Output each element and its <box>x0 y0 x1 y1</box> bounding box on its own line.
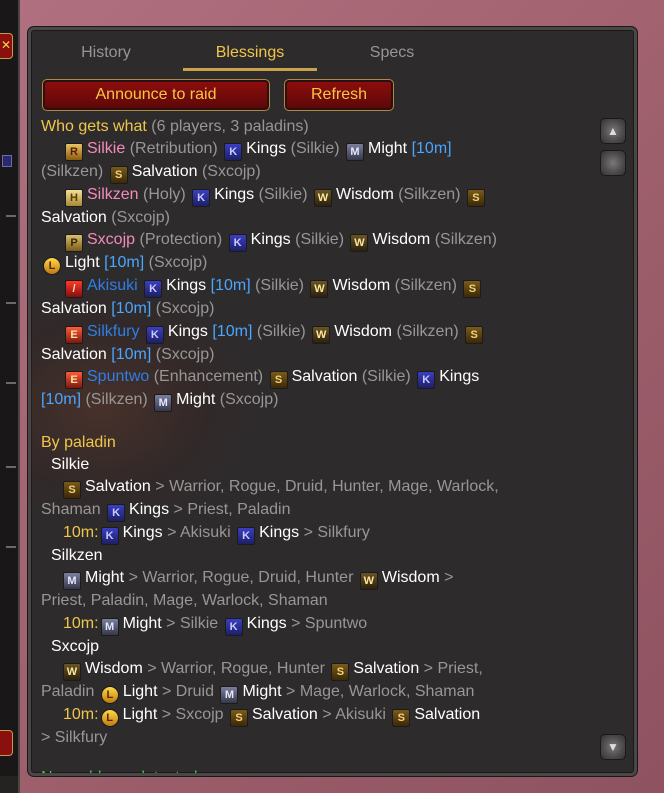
enhancement-icon: E <box>65 370 83 389</box>
kings-icon: K <box>100 527 119 546</box>
announce-to-raid-button[interactable]: Announce to raid <box>42 79 270 111</box>
kings-icon: K <box>107 504 126 523</box>
list-item: 10m: L Light > Sxcojp S Salvation > Akisuki… <box>41 704 586 727</box>
list-item: S Salvation > Warrior, Rogue, Druid, Hunt… <box>41 476 586 500</box>
rogue-icon: / <box>65 280 83 299</box>
list-item: L Light [10m] (Sxcojp) <box>41 252 586 276</box>
salvation-icon: S <box>392 708 411 727</box>
list-item: W Wisdom > Warrior, Rogue, Hunter S Salvat… <box>41 658 586 681</box>
list-item: Salvation [10m] (Sxcojp) <box>41 345 215 363</box>
by-paladin-heading: By paladin <box>41 433 116 451</box>
blessing-report: Who gets what (6 players, 3 paladins) RS… <box>41 116 586 773</box>
might-icon: M <box>154 393 173 412</box>
list-item: Shaman K Kings > Priest, Paladin <box>41 499 586 523</box>
salvation-icon: S <box>269 370 288 389</box>
holy-icon: H <box>65 189 83 208</box>
salvation-icon: S <box>466 189 485 208</box>
light-icon: L <box>100 708 119 727</box>
wisdom-icon: W <box>350 234 369 253</box>
wisdom-icon: W <box>63 662 81 681</box>
status-text: No problems detected. <box>41 767 586 773</box>
divider <box>6 546 16 548</box>
kings-icon: K <box>237 527 256 546</box>
paladin-name: Sxcojp <box>51 637 100 655</box>
kings-icon <box>2 155 12 167</box>
kings-icon: K <box>417 370 436 389</box>
paladin-name: Silkzen <box>51 547 103 565</box>
list-item: M Might > Warrior, Rogue, Druid, Hunter W… <box>41 567 586 591</box>
list-item: P Sxcojp (Protection) K Kings (Silkie) W Wi… <box>41 229 586 253</box>
list-item: Salvation [10m] (Sxcojp) <box>41 300 215 318</box>
list-item: / Akisuki K Kings [10m] (Silkie) W Wisdom (… <box>41 275 586 299</box>
wisdom-icon: W <box>313 189 332 208</box>
wisdom-icon: W <box>312 325 331 344</box>
salvation-icon: S <box>465 325 484 344</box>
tab-specs[interactable]: Specs <box>337 40 447 68</box>
salvation-icon: S <box>109 166 128 185</box>
salvation-icon: S <box>331 662 350 681</box>
left-frame-corner <box>0 776 18 793</box>
salvation-icon: S <box>230 708 248 727</box>
kings-icon: K <box>144 280 163 299</box>
tab-history[interactable]: History <box>51 40 161 68</box>
list-item: [10m] (Silkzen) M Might (Sxcojp) <box>41 389 586 412</box>
might-icon: M <box>220 685 239 704</box>
list-item: E Silkfury K Kings [10m] (Silkie) W Wisdom … <box>41 321 586 344</box>
salvation-icon: S <box>463 280 482 299</box>
side-tab[interactable] <box>0 730 13 756</box>
enhancement-icon: E <box>65 325 83 344</box>
refresh-button[interactable]: Refresh <box>284 79 394 111</box>
scroll-up-icon[interactable]: ▲ <box>600 118 626 144</box>
kings-icon: K <box>224 617 243 636</box>
list-item: (Silkzen) S Salvation (Sxcojp) <box>41 161 586 185</box>
might-icon: M <box>100 617 119 636</box>
list-item: Salvation (Sxcojp) <box>41 209 170 227</box>
kings-icon: K <box>228 234 247 253</box>
list-item: > Silkfury <box>41 728 108 746</box>
divider <box>6 382 16 384</box>
light-icon: L <box>43 257 61 276</box>
list-item: 10m: K Kings > Akisuki K Kings > Silkfury <box>41 522 586 546</box>
tab-bar: History Blessings Specs <box>31 40 634 71</box>
list-item: Priest, Paladin, Mage, Warlock, Shaman <box>41 592 328 610</box>
list-item: Paladin L Light > Druid M Might > Mage, Wa… <box>41 681 586 704</box>
might-icon: M <box>63 572 81 591</box>
kings-icon: K <box>192 189 211 208</box>
kings-icon: K <box>145 325 164 344</box>
scroll-down-icon[interactable]: ▼ <box>600 734 626 760</box>
who-gets-what-heading: Who gets what (6 players, 3 paladins) <box>41 118 309 135</box>
divider <box>6 302 16 304</box>
list-item: R Silkie (Retribution) K Kings (Silkie) MM… <box>41 138 586 162</box>
list-item: H Silkzen (Holy) K Kings (Silkie) W Wisdom … <box>41 184 586 208</box>
wisdom-icon: W <box>359 572 378 591</box>
kings-icon: K <box>224 143 243 162</box>
divider <box>6 215 16 217</box>
blessings-panel: History Blessings Specs Announce to raid… <box>28 27 637 776</box>
list-item: E Spuntwo (Enhancement) S Salvation (Silki… <box>41 366 586 389</box>
paladin-name: Silkie <box>51 456 90 474</box>
list-item: 10m: M Might > Silkie K Kings > Spuntwo <box>41 613 586 636</box>
retribution-icon: R <box>65 143 83 162</box>
wisdom-icon: W <box>310 280 329 299</box>
scroll-thumb[interactable] <box>600 150 626 176</box>
might-icon: M <box>346 143 364 162</box>
salvation-icon: S <box>63 481 81 500</box>
protection-icon: P <box>65 234 83 253</box>
left-frame-edge: ✕ <box>0 0 20 793</box>
divider <box>6 466 16 468</box>
close-icon[interactable]: ✕ <box>0 33 13 59</box>
tab-blessings[interactable]: Blessings <box>183 40 317 71</box>
light-icon: L <box>100 685 119 704</box>
